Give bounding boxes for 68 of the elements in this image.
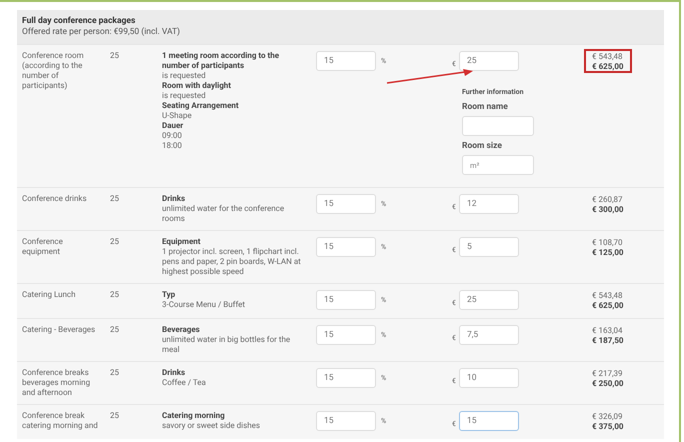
field-label: Room size [462,141,503,151]
net-price: € 108,70 [592,238,624,248]
service-name: Conference equipment [22,237,64,258]
quantity: 25 [110,194,120,205]
price-field[interactable]: 7,5 [458,325,519,345]
gross-price: € 187,50 [592,336,624,346]
net-price: € 326,09 [592,412,624,422]
quantity: 25 [110,411,120,422]
quantity: 25 [110,51,120,62]
detail-text: U-Shape [162,111,193,121]
net-price: € 543,48 [592,52,624,62]
gross-price: € 250,00 [592,379,624,389]
gross-price: € 300,00 [592,205,624,215]
detail-text: 18:00 [162,141,183,151]
input-field[interactable] [462,116,534,136]
field-label: Room name [462,102,509,112]
detail-title: Equipment [162,237,202,247]
percent-field[interactable]: 15 [316,237,376,257]
percent-field[interactable]: 15 [316,411,376,431]
detail-title: Drinks [162,194,186,204]
service-name: Conference room (according to the number of participants) [22,51,85,92]
service-name: Conference breaks beverages morning and afternoon [22,368,92,398]
detail-title: Seating Arrangement [162,101,240,111]
price-field[interactable]: 15 [458,411,519,431]
detail-text: unlimited water in big bottles for the meal [162,335,292,355]
price-field[interactable]: 25 [458,290,519,310]
detail-title: 1 meeting room according to the number of participants [162,51,280,71]
detail-text: savory or sweet side dishes [162,421,262,431]
gross-price: € 625,00 [592,301,624,311]
detail-title: Room with daylight [162,81,232,91]
detail-text: is requested [162,71,207,81]
detail-title: Drinks [162,368,186,378]
detail-title: Typ [162,290,176,300]
percent-field[interactable]: 15 [316,325,376,345]
net-price: € 163,04 [592,326,624,336]
package-title: Full day conference packages [22,16,136,27]
detail-title: Beverages [162,325,201,335]
percent-field[interactable]: 15 [316,51,376,71]
gross-price: € 125,00 [592,248,624,258]
quantity: 25 [110,237,120,248]
detail-title: Dauer [162,121,184,131]
net-price: € 260,87 [592,195,624,205]
detail-text: Coffee / Tea [162,378,207,388]
percent-field[interactable]: 15 [316,368,376,388]
detail-text: 1 projector incl. screen, 1 flipchart incl. pens and paper, 2 pin boards, W-LAN at highest possible speed [162,247,302,277]
detail-title: Catering morning [162,411,226,421]
detail-text: 09:00 [162,131,183,141]
price-field[interactable]: 5 [458,237,519,257]
price-field[interactable]: 10 [458,368,519,388]
price-field[interactable]: 25 [458,51,519,71]
price-field[interactable]: 12 [458,194,519,214]
detail-text: unlimited water for the conference rooms [162,204,286,224]
net-price: € 217,39 [592,369,624,379]
detail-text: is requested [162,91,207,101]
quantity: 25 [110,368,120,379]
service-name: Catering - Beverages [22,325,96,336]
quantity: 25 [110,290,120,301]
service-name: Catering Lunch [22,290,77,301]
package-rate: Offered rate per person: €99,50 (incl. VAT) [22,27,181,38]
percent-field[interactable]: 15 [316,194,376,214]
gross-price: € 375,00 [592,422,624,432]
gross-price: € 625,00 [592,62,624,72]
service-name: Conference break catering morning and [22,411,99,432]
service-name: Conference drinks [22,194,88,205]
net-price: € 543,48 [592,291,624,301]
percent-field[interactable]: 15 [316,290,376,310]
detail-text: 3-Course Menu / Buffet [162,300,246,310]
quantity: 25 [110,325,120,336]
